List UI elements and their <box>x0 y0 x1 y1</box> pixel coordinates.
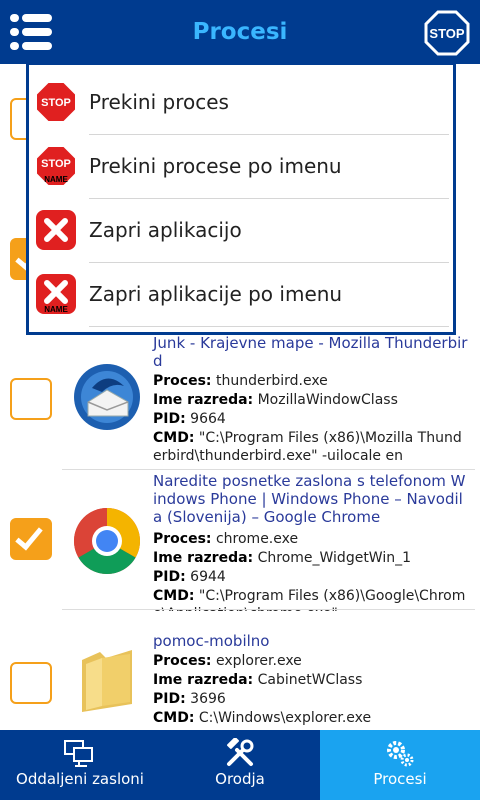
tab-label: Procesi <box>373 770 427 788</box>
process-checkbox[interactable] <box>10 378 52 420</box>
bottom-tab-bar: Oddaljeni zasloni Orodja Procesi <box>0 730 480 800</box>
page-title: Procesi <box>192 19 288 45</box>
menu-item-label: Prekini procese po imenu <box>89 154 342 178</box>
red-x-name-icon: NAME <box>36 274 76 314</box>
tab-remote-screens[interactable]: Oddaljeni zasloni <box>0 730 160 800</box>
divider <box>89 326 449 327</box>
tab-processes[interactable]: Procesi <box>320 730 480 800</box>
process-cmd: CMD: C:\Windows\explorer.exe <box>153 710 372 726</box>
stop-button-label: STOP <box>429 26 464 41</box>
tab-label: Oddaljeni zasloni <box>16 770 144 788</box>
gears-icon <box>387 741 414 767</box>
menu-item-kill-by-name[interactable]: STOP NAME Prekini procese po imenu <box>29 134 453 198</box>
tools-icon <box>227 738 254 766</box>
process-cmd: CMD: "C:\Program Files (x86)\Mozilla Thu… <box>153 430 462 464</box>
folder-icon <box>82 650 132 712</box>
menu-item-label: Zapri aplikacije po imenu <box>89 282 343 306</box>
app-header: Procesi STOP <box>0 0 480 64</box>
process-cmd: CMD: "C:\Program Files (x86)\Google\Chro… <box>153 588 466 611</box>
process-checkbox[interactable] <box>10 518 52 560</box>
process-pid: PID: 3696 <box>153 691 226 707</box>
tab-label: Orodja <box>215 770 265 788</box>
thunderbird-icon <box>74 364 140 430</box>
list-item[interactable]: pomoc-mobilno Proces: explorer.exe Ime r… <box>0 610 480 730</box>
stop-sign-text: STOP <box>41 97 71 109</box>
stop-sign-icon: STOP <box>35 81 77 123</box>
stop-sign-text: STOP <box>41 158 71 170</box>
menu-item-close-by-name[interactable]: NAME Zapri aplikacije po imenu <box>29 262 453 326</box>
list-item[interactable]: Junk - Krajevne mape - Mozilla Thunderbi… <box>0 332 480 468</box>
class-name: Ime razreda: CabinetWClass <box>153 672 363 688</box>
context-menu: STOP Prekini proces STOP NAME Prekini pr… <box>26 62 456 335</box>
process-pid: PID: 6944 <box>153 569 226 585</box>
tab-tools[interactable]: Orodja <box>160 730 320 800</box>
monitors-icon <box>64 740 93 767</box>
stop-sign-icon: STOP <box>424 10 470 56</box>
chrome-icon <box>73 508 141 575</box>
name-tag-text: NAME <box>44 175 68 184</box>
menu-item-kill-process[interactable]: STOP Prekini proces <box>29 70 453 134</box>
process-name: Proces: chrome.exe <box>153 531 299 547</box>
red-x-icon <box>36 210 76 250</box>
process-checkbox[interactable] <box>10 662 52 704</box>
class-name: Ime razreda: MozillaWindowClass <box>153 392 398 408</box>
process-pid: PID: 9664 <box>153 411 226 427</box>
process-name: Proces: thunderbird.exe <box>153 373 328 389</box>
process-title[interactable]: pomoc-mobilno <box>153 632 469 650</box>
stop-button[interactable]: STOP <box>424 10 470 56</box>
process-title[interactable]: Naredite posnetke zaslona s telefonom Wi… <box>153 472 469 526</box>
class-name: Ime razreda: Chrome_WidgetWin_1 <box>153 550 412 566</box>
menu-item-label: Zapri aplikacijo <box>89 218 242 242</box>
menu-item-label: Prekini proces <box>89 90 229 114</box>
process-title[interactable]: Junk - Krajevne mape - Mozilla Thunderbi… <box>153 334 469 370</box>
stop-name-icon: STOP NAME <box>35 145 77 187</box>
menu-item-close-app[interactable]: Zapri aplikacijo <box>29 198 453 262</box>
list-item[interactable]: Naredite posnetke zaslona s telefonom Wi… <box>0 470 480 611</box>
process-name: Proces: explorer.exe <box>153 653 302 669</box>
name-tag-text: NAME <box>44 305 68 314</box>
